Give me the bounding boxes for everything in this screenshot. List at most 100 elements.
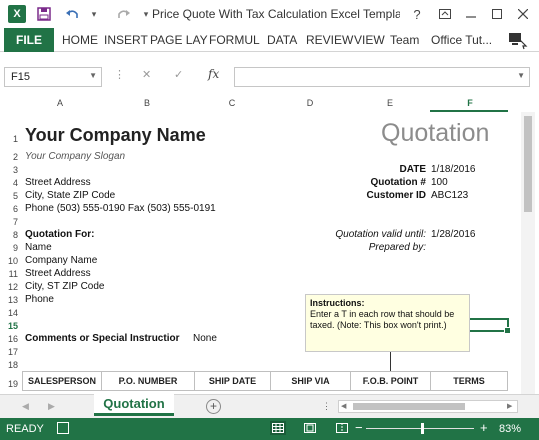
row-header[interactable]: 13 [0, 295, 18, 305]
normal-view-icon[interactable] [270, 421, 286, 435]
valid-until-label-cell[interactable]: Quotation valid until: [300, 229, 426, 240]
vertical-scrollbar[interactable] [521, 112, 535, 394]
quotation-for-label-cell[interactable]: Quotation For: [25, 229, 94, 240]
page-break-view-icon[interactable] [334, 421, 350, 435]
table-header-po-number[interactable]: P.O. NUMBER [101, 371, 195, 391]
column-header-c[interactable]: C [194, 98, 270, 112]
street-address-cell[interactable]: Street Address [25, 177, 91, 188]
close-icon[interactable] [514, 5, 532, 23]
table-header-terms[interactable]: TERMS [430, 371, 508, 391]
row-header[interactable]: 17 [0, 347, 18, 357]
customer-id-label-cell[interactable]: Customer ID [330, 190, 426, 201]
comments-label-cell[interactable]: Comments or Special Instructior [25, 333, 191, 344]
tab-page-layout[interactable]: PAGE LAY [150, 33, 208, 47]
account-pc-icon[interactable] [506, 30, 528, 50]
row-header[interactable]: 18 [0, 360, 18, 370]
quotation-number-value-cell[interactable]: 100 [431, 177, 448, 188]
cancel-icon[interactable]: ✕ [142, 68, 151, 81]
insert-function-icon[interactable]: fx [208, 67, 219, 81]
scroll-left-arrow-icon[interactable]: ◀ [341, 402, 346, 410]
quotation-title-cell[interactable]: Quotation [381, 119, 489, 148]
tab-file[interactable]: FILE [4, 28, 54, 52]
column-header-a[interactable]: A [20, 98, 100, 112]
horizontal-scrollbar[interactable]: ◀ ▶ [338, 400, 518, 413]
redo-icon[interactable] [116, 6, 132, 22]
row-header[interactable]: 2 [0, 152, 18, 162]
zoom-level[interactable]: 83% [499, 423, 521, 435]
tab-formulas[interactable]: FORMUL [209, 33, 260, 47]
ribbon-display-icon[interactable] [436, 5, 454, 23]
phone-fax-cell[interactable]: Phone (503) 555-0190 Fax (503) 555-0191 [25, 203, 216, 214]
table-header-salesperson[interactable]: SALESPERSON [22, 371, 102, 391]
zoom-slider-thumb[interactable] [421, 423, 424, 434]
city-2-cell[interactable]: City, ST ZIP Code [25, 281, 104, 292]
slogan-cell[interactable]: Your Company Slogan [25, 151, 125, 162]
prepared-by-label-cell[interactable]: Prepared by: [300, 242, 426, 253]
row-header[interactable]: 9 [0, 243, 18, 253]
sheet-tab-quotation[interactable]: Quotation [94, 394, 174, 416]
street-address-2-cell[interactable]: Street Address [25, 268, 91, 279]
city-cell[interactable]: City, State ZIP Code [25, 190, 115, 201]
column-header-e[interactable]: E [350, 98, 430, 112]
row-header[interactable]: 5 [0, 191, 18, 201]
split-options-icon[interactable]: ⋮ [322, 401, 331, 412]
table-header-ship-via[interactable]: SHIP VIA [270, 371, 351, 391]
enter-icon[interactable]: ✓ [174, 68, 183, 81]
tab-home[interactable]: HOME [62, 33, 98, 47]
zoom-in-button[interactable]: + [480, 420, 488, 435]
row-header[interactable]: 6 [0, 204, 18, 214]
excel-logo-icon[interactable]: X [8, 5, 26, 23]
row-header[interactable]: 1 [0, 134, 18, 144]
tab-office-tutorials[interactable]: Office Tut... [431, 33, 492, 47]
vertical-scroll-thumb[interactable] [524, 116, 532, 212]
phone-2-cell[interactable]: Phone [25, 294, 54, 305]
horizontal-scroll-thumb[interactable] [353, 403, 465, 410]
row-header[interactable]: 14 [0, 308, 18, 318]
expand-formula-icon[interactable]: ▼ [517, 71, 525, 80]
macro-record-icon[interactable] [57, 422, 69, 434]
tab-data[interactable]: DATA [267, 33, 297, 47]
table-header-ship-date[interactable]: SHIP DATE [194, 371, 271, 391]
scroll-right-arrow-icon[interactable]: ▶ [507, 402, 512, 410]
valid-until-value-cell[interactable]: 1/28/2016 [431, 229, 476, 240]
add-sheet-icon[interactable]: + [206, 399, 221, 414]
save-icon[interactable] [36, 6, 52, 22]
customer-id-value-cell[interactable]: ABC123 [431, 190, 468, 201]
row-header[interactable]: 10 [0, 256, 18, 266]
name-cell[interactable]: Name [25, 242, 52, 253]
company-cell[interactable]: Company Name [25, 255, 97, 266]
maximize-icon[interactable] [488, 5, 506, 23]
undo-icon[interactable] [64, 6, 80, 22]
row-header-active[interactable]: 15 [0, 321, 18, 331]
comments-value-cell[interactable]: None [193, 333, 217, 344]
help-icon[interactable]: ? [408, 5, 426, 23]
row-header[interactable]: 4 [0, 178, 18, 188]
column-header-d[interactable]: D [270, 98, 350, 112]
row-header[interactable]: 16 [0, 334, 18, 344]
name-box[interactable]: F15 ▼ [4, 67, 102, 87]
chevron-down-icon[interactable]: ▾ [86, 6, 102, 22]
quotation-number-label-cell[interactable]: Quotation # [330, 177, 426, 188]
row-header[interactable]: 3 [0, 165, 18, 175]
company-name-cell[interactable]: Your Company Name [25, 125, 206, 146]
zoom-slider[interactable] [366, 428, 474, 429]
minimize-icon[interactable] [462, 5, 480, 23]
chevron-down-icon[interactable]: ▼ [89, 71, 97, 80]
table-header-fob-point[interactable]: F.O.B. POINT [350, 371, 431, 391]
page-layout-view-icon[interactable] [302, 421, 318, 435]
formula-input[interactable]: ▼ [234, 67, 530, 87]
date-label-cell[interactable]: DATE [330, 164, 426, 175]
row-header[interactable]: 8 [0, 230, 18, 240]
tab-review[interactable]: REVIEW [306, 33, 353, 47]
row-header[interactable]: 11 [0, 269, 18, 279]
scroll-left-icon[interactable]: ◀ [22, 401, 29, 412]
row-header[interactable]: 7 [0, 217, 18, 227]
tab-insert[interactable]: INSERT [104, 33, 148, 47]
row-header[interactable]: 19 [0, 379, 18, 389]
date-value-cell[interactable]: 1/18/2016 [431, 164, 476, 175]
tab-team[interactable]: Team [390, 33, 419, 47]
zoom-out-button[interactable]: − [355, 420, 363, 435]
row-header[interactable]: 12 [0, 282, 18, 292]
scroll-right-icon[interactable]: ▶ [48, 401, 55, 412]
column-header-b[interactable]: B [100, 98, 194, 112]
